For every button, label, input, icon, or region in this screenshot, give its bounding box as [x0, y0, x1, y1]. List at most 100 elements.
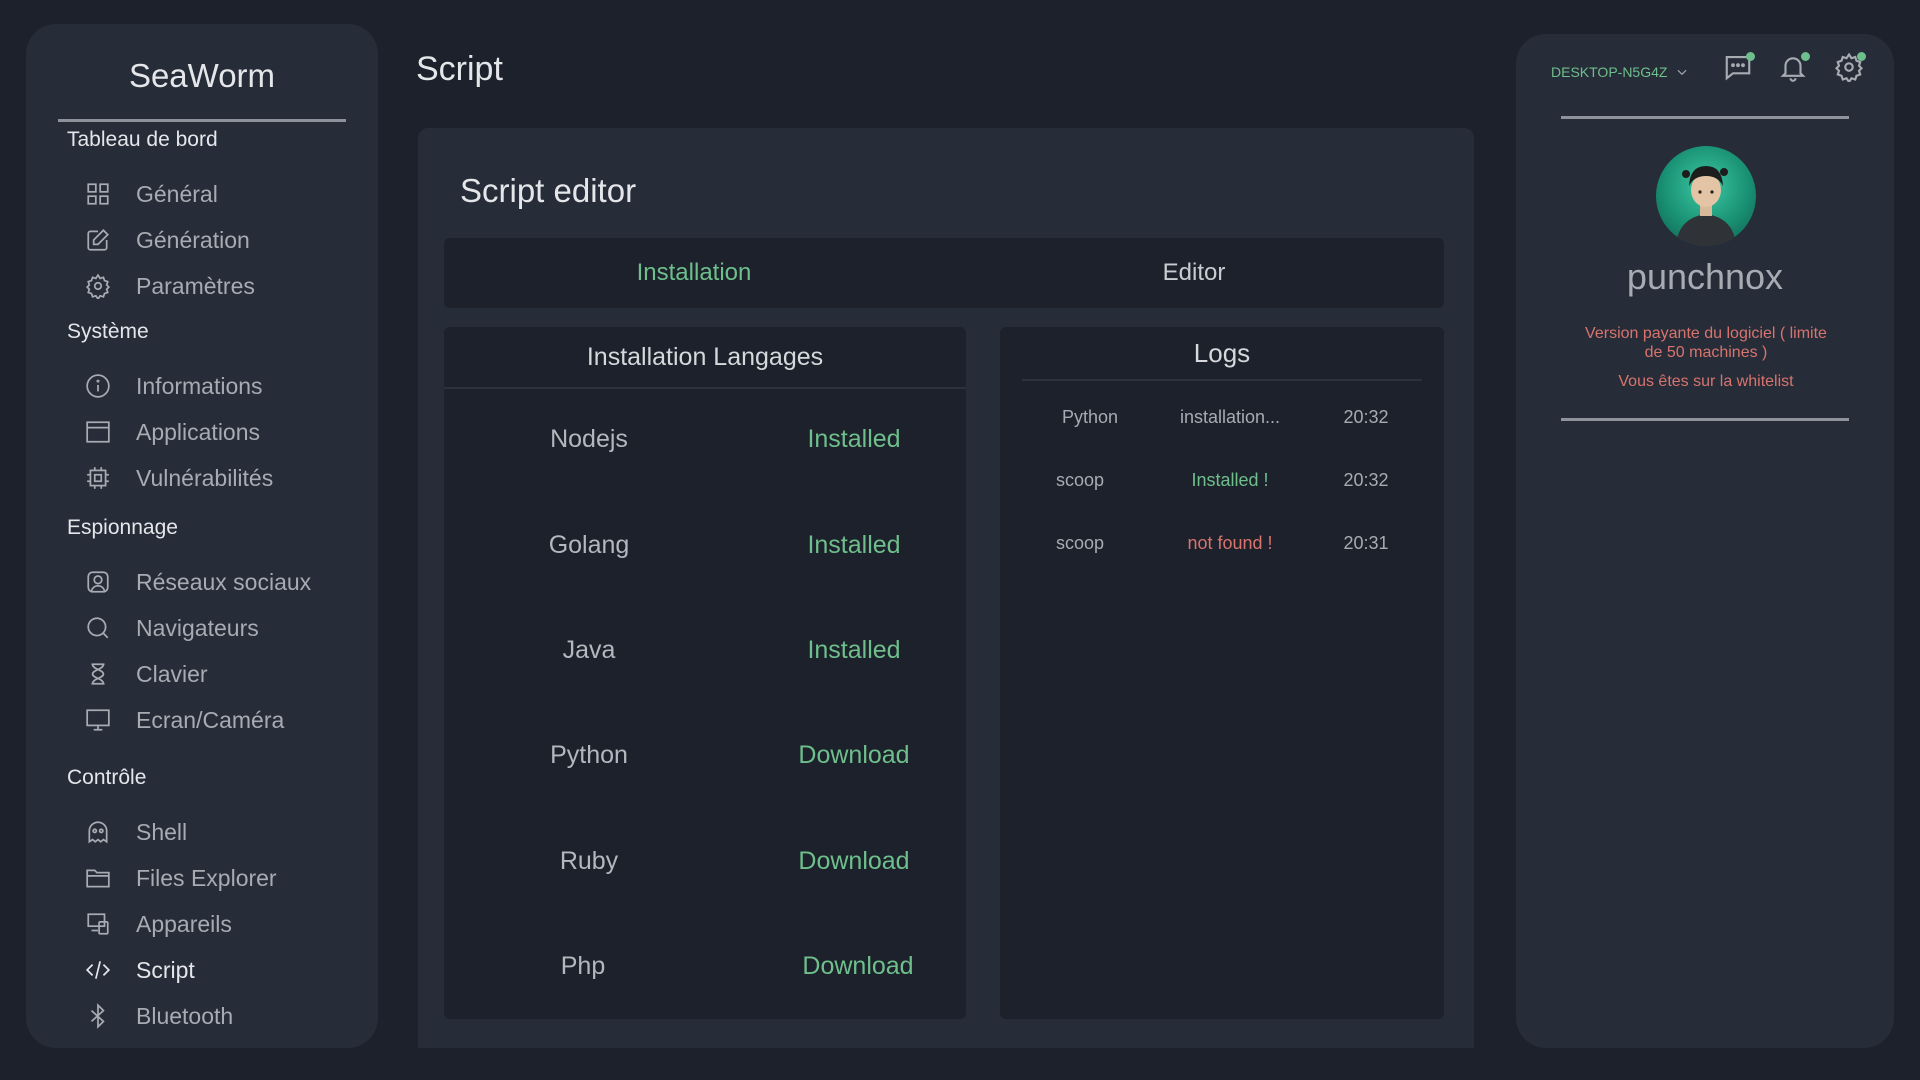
user-icon [84, 568, 112, 596]
script-editor-panel: Script editor Installation Editor Instal… [418, 128, 1474, 1048]
profile-panel: DESKTOP-N5G4Z punchnox Version payante d… [1516, 34, 1894, 1048]
sidebar-item-label: Clavier [136, 660, 208, 687]
log-time: 20:32 [1343, 470, 1389, 490]
sidebar-item-parametres[interactable]: Paramètres [84, 268, 354, 304]
sidebar-item-label: Bluetooth [136, 1002, 234, 1029]
log-time: 20:31 [1343, 533, 1389, 553]
notification-dot [1746, 52, 1755, 61]
log-row: Python installation... 20:32 [1000, 407, 1444, 437]
sidebar-item-clavier[interactable]: Clavier [84, 656, 354, 692]
sidebar-item-label: Réseaux sociaux [136, 568, 312, 595]
notification-dot [1801, 52, 1810, 61]
language-status: Installed [807, 425, 901, 453]
settings-button[interactable] [1834, 52, 1868, 86]
language-row: Golang Installed [444, 531, 966, 571]
whitelist-status: Vous êtes sur la whitelist [1618, 373, 1794, 390]
download-button[interactable]: Download [738, 952, 978, 981]
sidebar-item-general[interactable]: Général [84, 176, 354, 212]
sidebar-item-reseaux-sociaux[interactable]: Réseaux sociaux [84, 564, 354, 600]
bluetooth-icon [84, 1002, 112, 1030]
avatar [1656, 146, 1756, 246]
window-icon [84, 418, 112, 446]
sidebar-item-applications[interactable]: Applications [84, 414, 354, 450]
sidebar-item-script[interactable]: Script [84, 952, 354, 988]
sidebar-item-vulnerabilites[interactable]: Vulnérabilités [84, 460, 354, 496]
tab-installation[interactable]: Installation [444, 238, 944, 308]
notifications-button[interactable] [1778, 52, 1812, 86]
sidebar-item-label: Paramètres [136, 272, 255, 299]
language-row: Php Download [444, 952, 966, 992]
log-row: scoop not found ! 20:31 [1000, 533, 1444, 563]
license-line-1: Version payante du logiciel ( limite [1585, 325, 1827, 342]
editor-tabs: Installation Editor [444, 238, 1444, 308]
pencil-icon [84, 226, 112, 254]
log-time: 20:32 [1343, 407, 1389, 427]
ghost-icon [84, 818, 112, 846]
sidebar-item-informations[interactable]: Informations [84, 368, 354, 404]
grid-icon [84, 180, 112, 208]
log-message: not found ! [1187, 533, 1273, 553]
section-title-controle: Contrôle [67, 766, 147, 789]
divider [1561, 418, 1849, 421]
sidebar-item-label: Génération [136, 226, 250, 253]
language-row: Nodejs Installed [444, 425, 966, 465]
sidebar-item-navigateurs[interactable]: Navigateurs [84, 610, 354, 646]
sidebar: SeaWorm Tableau de bord Général Générati… [26, 24, 378, 1048]
log-message: Installed ! [1191, 470, 1269, 490]
download-button[interactable]: Download [734, 847, 974, 876]
sidebar-item-label: Shell [136, 818, 188, 845]
hourglass-icon [84, 660, 112, 688]
language-row: Java Installed [444, 636, 966, 676]
devices-icon [84, 910, 112, 938]
log-name: scoop [1055, 533, 1105, 553]
machine-name: DESKTOP-N5G4Z [1551, 64, 1668, 80]
language-name: Ruby [559, 847, 619, 875]
info-icon [84, 372, 112, 400]
language-row: Python Download [444, 741, 966, 781]
language-name: Php [560, 952, 606, 980]
sidebar-item-generation[interactable]: Génération [84, 222, 354, 258]
log-name: scoop [1055, 470, 1105, 490]
logs-header: Logs [1022, 327, 1422, 381]
folder-icon [84, 864, 112, 892]
tab-editor[interactable]: Editor [944, 238, 1444, 308]
sidebar-item-bluetooth[interactable]: Bluetooth [84, 998, 354, 1034]
log-name: Python [1061, 407, 1119, 427]
section-title-espionnage: Espionnage [67, 516, 178, 539]
search-icon [84, 614, 112, 642]
sidebar-item-files-explorer[interactable]: Files Explorer [84, 860, 354, 896]
log-row: scoop Installed ! 20:32 [1000, 470, 1444, 500]
section-title-dashboard: Tableau de bord [67, 128, 218, 151]
sidebar-item-appareils[interactable]: Appareils [84, 906, 354, 942]
installation-header: Installation Langages [444, 327, 966, 389]
installation-card: Installation Langages Nodejs Installed G… [444, 327, 966, 1019]
language-status: Installed [807, 531, 901, 559]
sidebar-item-label: Appareils [136, 910, 232, 937]
sidebar-item-label: Informations [136, 372, 263, 399]
language-name: Golang [548, 531, 630, 559]
brand-title: SeaWorm [58, 46, 346, 122]
sidebar-item-ecran-camera[interactable]: Ecran/Caméra [84, 702, 354, 738]
language-name: Nodejs [550, 425, 628, 453]
sidebar-item-label: Général [136, 180, 218, 207]
editor-title: Script editor [460, 172, 637, 209]
language-name: Java [562, 636, 616, 664]
language-row: Ruby Download [444, 847, 966, 887]
logs-card: Logs Python installation... 20:32 scoop … [1000, 327, 1444, 1019]
page-title: Script [416, 50, 503, 88]
gear-icon [84, 272, 112, 300]
username: punchnox [1626, 256, 1784, 297]
log-message: installation... [1179, 407, 1281, 427]
notification-dot [1857, 52, 1866, 61]
divider [1561, 116, 1849, 119]
monitor-icon [84, 706, 112, 734]
download-button[interactable]: Download [734, 741, 974, 770]
section-title-systeme: Système [67, 320, 149, 343]
sidebar-item-label: Navigateurs [136, 614, 259, 641]
messages-button[interactable] [1723, 52, 1757, 86]
sidebar-item-label: Vulnérabilités [136, 464, 274, 491]
machine-selector[interactable]: DESKTOP-N5G4Z [1551, 64, 1689, 80]
sidebar-item-label: Applications [136, 418, 261, 445]
sidebar-item-label: Ecran/Caméra [136, 706, 285, 733]
sidebar-item-shell[interactable]: Shell [84, 814, 354, 850]
